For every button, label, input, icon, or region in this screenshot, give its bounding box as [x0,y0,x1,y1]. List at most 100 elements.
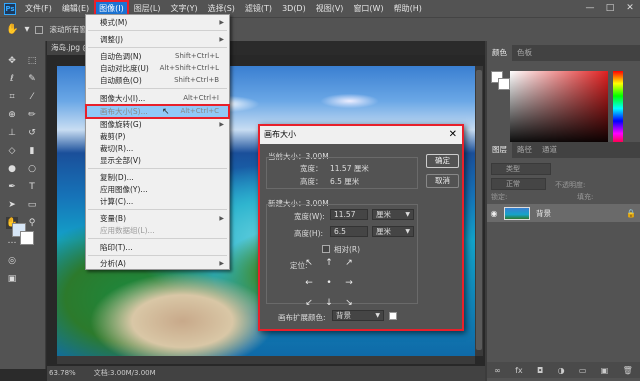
lock-icon[interactable]: 🔒 [626,209,636,218]
menu-item-adjustments[interactable]: 调整(J) ▶ [86,34,229,45]
rectangle-tool-icon[interactable]: ▭ [26,199,38,211]
height-input[interactable]: 6.5 [330,226,368,237]
history-brush-tool-icon[interactable]: ↺ [26,127,38,139]
layer-row-background[interactable]: ◉ 背景 🔒 [487,204,640,222]
link-layers-icon[interactable]: ∞ [494,366,501,375]
width-input[interactable]: 11.57 [330,209,368,220]
layer-style-icon[interactable]: fx [515,366,523,375]
menu-filter[interactable]: 滤镜(T) [240,0,277,17]
close-button[interactable]: ✕ [620,0,640,17]
new-group-icon[interactable]: ▭ [579,366,587,375]
type-tool-icon[interactable]: T [26,181,38,193]
menu-item-trim[interactable]: 裁切(R)... [86,143,229,154]
anchor-top-right-icon[interactable]: ↗ [342,256,356,270]
color-spectrum-field[interactable] [510,71,608,146]
relative-checkbox[interactable] [322,245,330,253]
tab-color[interactable]: 颜色 [487,45,512,61]
marquee-tool-icon[interactable]: ⬚ [26,55,38,67]
menu-item-trap[interactable]: 陷印(T)... [86,242,229,253]
zoom-level[interactable]: 63.78% [49,366,76,381]
menu-item-auto-color[interactable]: 自动颜色(O) Shift+Ctrl+B [86,75,229,86]
anchor-right-icon[interactable]: → [342,276,356,290]
brush-tool-icon[interactable]: ✏ [26,109,38,121]
eyedropper-tool-icon[interactable]: ⁄ [26,91,38,103]
extension-color-swatch[interactable] [389,312,397,320]
quick-mask-icon[interactable]: ◎ [6,255,18,267]
horizontal-scrollbar[interactable] [57,356,475,364]
anchor-bottom-left-icon[interactable]: ↙ [302,296,316,310]
blur-tool-icon[interactable]: ● [6,163,18,175]
current-width-value: 11.57 厘米 [330,164,369,173]
layer-name[interactable]: 背景 [536,208,551,219]
delete-layer-icon[interactable]: 🗑 [623,366,633,375]
quick-select-tool-icon[interactable]: ✎ [26,73,38,85]
gradient-tool-icon[interactable]: ▮ [26,145,38,157]
cancel-button[interactable]: 取消 [426,174,459,188]
hue-slider[interactable] [613,71,623,146]
tab-channels[interactable]: 通道 [537,142,562,158]
anchor-left-icon[interactable]: ← [302,276,316,290]
menu-item-auto-contrast[interactable]: 自动对比度(U) Alt+Shift+Ctrl+L [86,63,229,74]
dialog-title-bar[interactable]: 画布大小 ✕ [260,126,462,144]
extension-color-select[interactable]: 背景 ▼ [332,310,384,321]
eye-icon[interactable]: ◉ [487,209,501,218]
anchor-top-left-icon[interactable]: ↖ [302,256,316,270]
dodge-tool-icon[interactable]: ○ [26,163,38,175]
menu-window[interactable]: 窗口(W) [348,0,388,17]
clone-stamp-tool-icon[interactable]: ⊥ [6,127,18,139]
ok-button[interactable]: 确定 [426,154,459,168]
menu-item-reveal-all[interactable]: 显示全部(V) [86,155,229,166]
menu-item-duplicate[interactable]: 复制(D)... [86,172,229,183]
tab-layers[interactable]: 图层 [487,142,512,158]
close-icon[interactable]: ✕ [449,126,457,144]
menu-help[interactable]: 帮助(H) [389,0,427,17]
move-tool-icon[interactable]: ✥ [6,55,18,67]
blend-mode-select[interactable]: 正常 [491,178,546,190]
chevron-down-icon: ▼ [405,211,410,218]
crop-tool-icon[interactable]: ⌗ [6,91,18,103]
tab-paths[interactable]: 路径 [512,142,537,158]
scroll-all-windows-checkbox[interactable] [35,25,44,34]
screen-mode-icon[interactable]: ▣ [6,273,18,285]
zoom-tool-icon[interactable]: ⚲ [26,217,38,229]
lasso-tool-icon[interactable]: ℓ [6,73,18,85]
menu-item-canvas-size[interactable]: 画布大小(S)... Alt+Ctrl+C ↖ [85,104,230,119]
background-color-swatch[interactable] [20,231,34,245]
menu-item-auto-tone[interactable]: 自动色调(N) Shift+Ctrl+L [86,51,229,62]
vertical-scroll-thumb[interactable] [476,70,482,350]
vertical-scrollbar[interactable] [475,66,483,356]
menu-item-analysis[interactable]: 分析(A) ▶ [86,258,229,269]
layer-mask-icon[interactable]: ◘ [537,366,543,375]
tab-swatches[interactable]: 色板 [512,45,537,61]
menu-item-image-size[interactable]: 图像大小(I)... Alt+Ctrl+I [86,93,229,104]
minimize-button[interactable]: — [580,0,600,17]
menu-item-apply-image[interactable]: 应用图像(Y)... [86,184,229,195]
right-panels: 颜色 色板 图层 路径 通道 类型 正常 不透明度: 锁定: 填充: ◉ 背景 … [487,41,640,381]
menu-3d[interactable]: 3D(D) [277,0,311,17]
eraser-tool-icon[interactable]: ◇ [6,145,18,157]
path-selection-tool-icon[interactable]: ➤ [6,199,18,211]
maximize-button[interactable]: □ [600,0,620,17]
anchor-center-icon[interactable]: • [322,276,336,290]
menu-item-variables[interactable]: 变量(B) ▶ [86,213,229,224]
anchor-bottom-icon[interactable]: ↓ [322,296,336,310]
new-layer-icon[interactable]: ▣ [601,366,609,375]
adjustment-layer-icon[interactable]: ◑ [558,366,565,375]
layer-filter-input[interactable]: 类型 [491,163,551,175]
anchor-bottom-right-icon[interactable]: ↘ [342,296,356,310]
menu-view[interactable]: 视图(V) [311,0,349,17]
color-panel-background-swatch[interactable] [498,78,510,90]
menu-item-image-rotation[interactable]: 图像旋转(G) ▶ [86,119,229,130]
tool-preset-arrow-icon[interactable]: ▾ [24,24,29,35]
anchor-top-icon[interactable]: ↑ [322,256,336,270]
height-unit-select[interactable]: 厘米 ▼ [372,226,414,237]
menu-item-calculations[interactable]: 计算(C)... [86,196,229,207]
healing-brush-tool-icon[interactable]: ⊕ [6,109,18,121]
menu-file[interactable]: 文件(F) [20,0,57,17]
menu-item-crop[interactable]: 裁剪(P) [86,131,229,142]
pen-tool-icon[interactable]: ✒ [6,181,18,193]
menu-item-label: 画布大小(S)... [100,107,148,116]
width-unit-select[interactable]: 厘米 ▼ [372,209,414,220]
menu-item-label: 陷印(T)... [100,243,133,252]
menu-item-mode[interactable]: 模式(M) ▶ [86,17,229,28]
